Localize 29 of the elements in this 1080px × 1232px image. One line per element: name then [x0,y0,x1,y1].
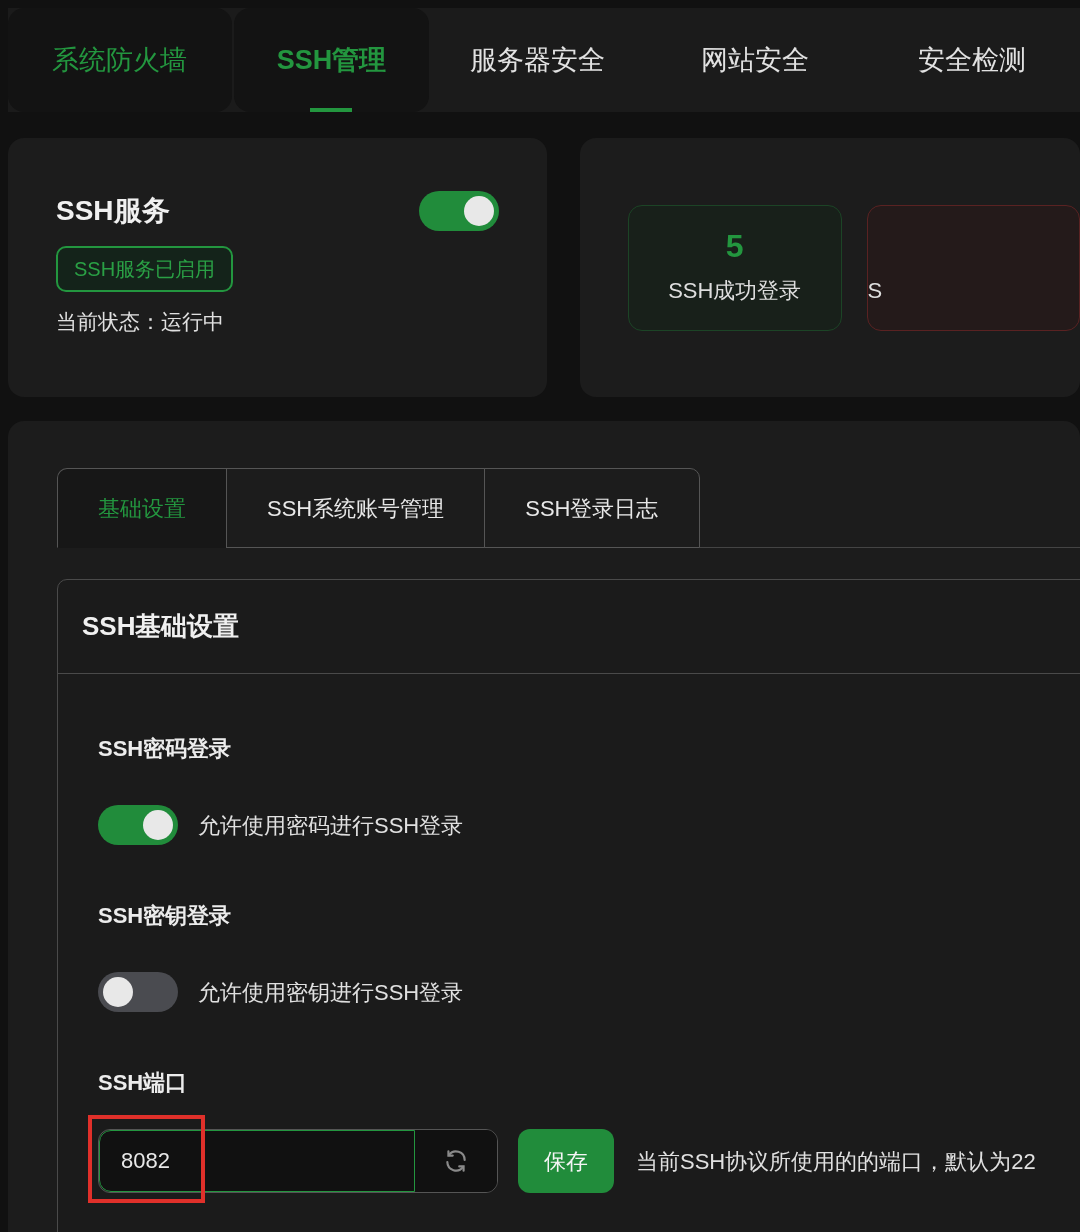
toggle-switch[interactable] [98,805,178,845]
setting-title: SSH端口 [98,1069,189,1097]
refresh-icon [443,1148,469,1174]
port-input[interactable]: 8082 [99,1130,415,1192]
nav-tab[interactable]: 服务器安全 [429,8,647,112]
toggle-label: 允许使用密码进行SSH登录 [198,811,464,840]
toggle-label: 允许使用密钥进行SSH登录 [198,978,464,1007]
toggle-switch[interactable] [419,191,499,231]
card-title: SSH服务 [56,194,170,228]
nav-tab[interactable]: 系统防火墙 [8,8,232,112]
refresh-button[interactable] [415,1130,497,1192]
nav-tab[interactable]: 安全检测 [863,8,1080,112]
setting-title: SSH密钥登录 [98,902,233,930]
status-text: 当前状态：运行中 [56,309,225,335]
nav-tab[interactable]: 网站安全 [646,8,864,112]
stat-label: SSH成功登录 [668,276,802,305]
setting-title: SSH密码登录 [98,735,233,763]
settings-tab[interactable]: SSH登录日志 [484,468,700,548]
section-title: SSH基础设置 [82,610,240,643]
stat-value: 5 [725,229,744,262]
settings-tab[interactable]: 基础设置 [57,468,227,548]
active-tab-indicator [310,108,353,112]
toggle-switch[interactable] [98,972,178,1012]
stat-label: S [867,276,883,305]
nav-tab[interactable]: SSH管理 [233,8,430,112]
status-badge: SSH服务已启用 [56,246,234,292]
settings-tab[interactable]: SSH系统账号管理 [226,468,486,548]
port-hint: 当前SSH协议所使用的的端口，默认为22 [636,1147,1036,1176]
save-button[interactable]: 保存 [518,1129,614,1193]
